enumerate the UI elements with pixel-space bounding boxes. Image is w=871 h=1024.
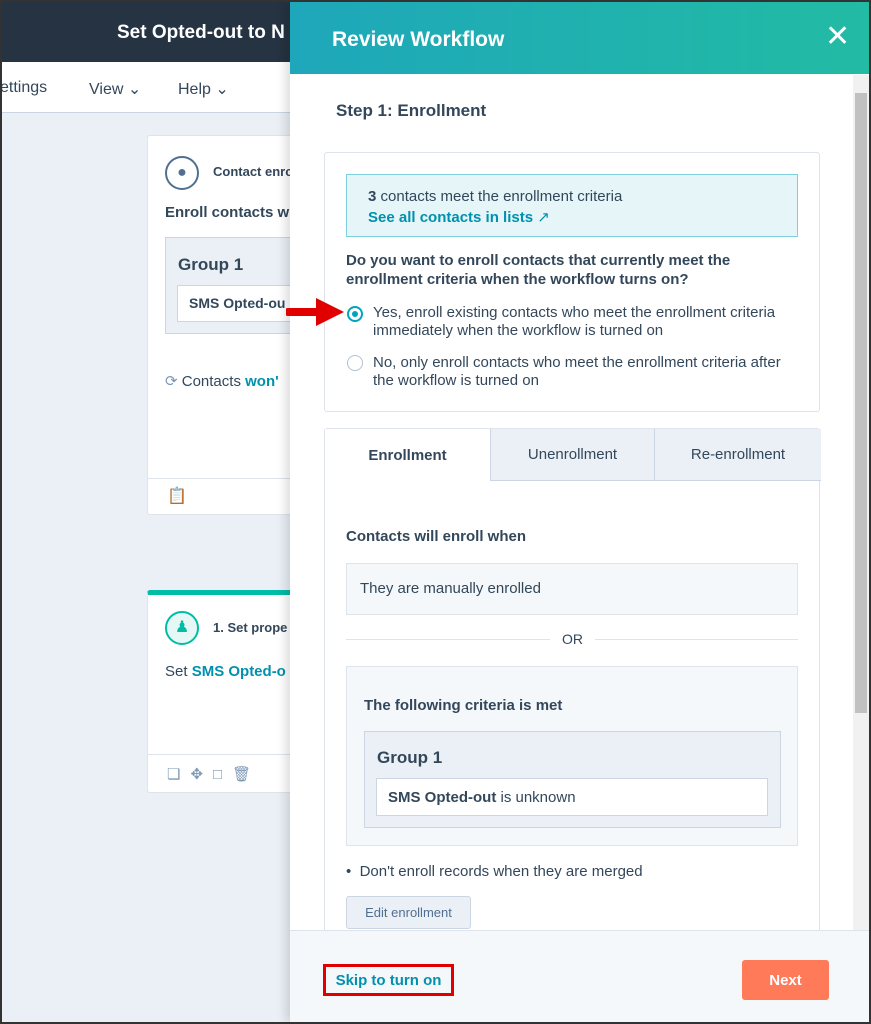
group-label: Group 1 — [178, 255, 244, 274]
app-window: Set Opted-out to N ettings View ⌄ Help ⌄… — [2, 2, 869, 1022]
tab-reenrollment[interactable]: Re-enrollment — [655, 429, 821, 481]
manual-enroll-item: They are manually enrolled — [346, 563, 798, 615]
skip-to-turn-on-link[interactable]: Skip to turn on — [323, 964, 454, 996]
next-button[interactable]: Next — [742, 960, 829, 1000]
step-heading: Step 1: Enrollment — [336, 101, 487, 120]
copy-icon[interactable]: ❏ — [167, 766, 190, 783]
reenroll-link[interactable]: won' — [245, 373, 279, 390]
action-title: 1. Set prope — [213, 620, 288, 635]
chevron-down-icon: ⌄ — [215, 81, 229, 98]
workflow-title: Set Opted-out to N — [117, 22, 285, 43]
criteria-box: The following criteria is met Group 1 SM… — [346, 666, 798, 846]
trash-icon[interactable]: 🗑 — [232, 766, 261, 783]
tab-unenrollment[interactable]: Unenrollment — [491, 429, 655, 481]
radio-yes[interactable] — [347, 306, 363, 322]
criteria-group: Group 1 SMS Opted-out is unknown — [364, 731, 781, 828]
trigger-subtitle: Enroll contacts w — [165, 204, 290, 221]
chevron-down-icon: ⌄ — [127, 81, 142, 98]
move-icon[interactable]: ✥ — [190, 766, 213, 783]
scrollbar-thumb[interactable] — [855, 93, 867, 713]
option-yes-label[interactable]: Yes, enroll existing contacts who meet t… — [373, 304, 813, 340]
review-workflow-panel: Review Workflow ✕ Step 1: Enrollment 3 c… — [290, 2, 869, 1022]
option-no-label[interactable]: No, only enroll contacts who meet the en… — [373, 354, 793, 390]
people-icon: ♟ — [165, 611, 199, 645]
menu-settings[interactable]: ettings — [2, 79, 47, 97]
enroll-heading: Contacts will enroll when — [346, 528, 527, 545]
panel-header: Review Workflow ✕ — [290, 2, 869, 74]
clipboard-icon[interactable]: □ — [213, 766, 232, 783]
filter-chip[interactable]: SMS Opted-out is unknown — [376, 778, 768, 816]
panel-title: Review Workflow — [332, 28, 505, 51]
tab-enrollment[interactable]: Enrollment — [325, 429, 491, 481]
refresh-icon: ⟳ — [165, 373, 178, 390]
criteria-heading: The following criteria is met — [364, 697, 563, 714]
radio-no[interactable] — [347, 355, 363, 371]
enrollment-tabs-box: Enrollment Unenrollment Re-enrollment Co… — [324, 428, 821, 948]
external-link-icon: ↗ — [537, 209, 550, 226]
scrollbar[interactable] — [853, 75, 869, 930]
red-arrow-annotation — [286, 298, 344, 326]
action-text: Set SMS Opted-o — [165, 663, 286, 680]
action-toolbar: ❏✥□🗑 — [167, 765, 261, 783]
or-divider: OR — [550, 631, 595, 647]
enroll-question: Do you want to enroll contacts that curr… — [346, 252, 731, 288]
group-label: Group 1 — [377, 748, 443, 767]
contact-icon: ● — [165, 156, 199, 190]
menu-help[interactable]: Help ⌄ — [178, 79, 229, 99]
clipboard-icon[interactable]: 📋 — [167, 486, 187, 506]
contacts-info-alert: 3 contacts meet the enrollment criteria … — [346, 174, 798, 237]
merge-bullet: • Don't enroll records when they are mer… — [346, 863, 643, 880]
enroll-existing-box: 3 contacts meet the enrollment criteria … — [324, 152, 820, 412]
menu-view[interactable]: View ⌄ — [89, 79, 141, 99]
reenroll-text: ⟳ Contacts won' — [165, 373, 279, 390]
close-icon[interactable]: ✕ — [825, 22, 850, 52]
trigger-title: Contact enro — [213, 164, 294, 179]
see-contacts-link[interactable]: See all contacts in lists — [368, 209, 533, 226]
panel-footer: Skip to turn on Next — [290, 930, 869, 1022]
edit-enrollment-button[interactable]: Edit enrollment — [346, 896, 471, 929]
